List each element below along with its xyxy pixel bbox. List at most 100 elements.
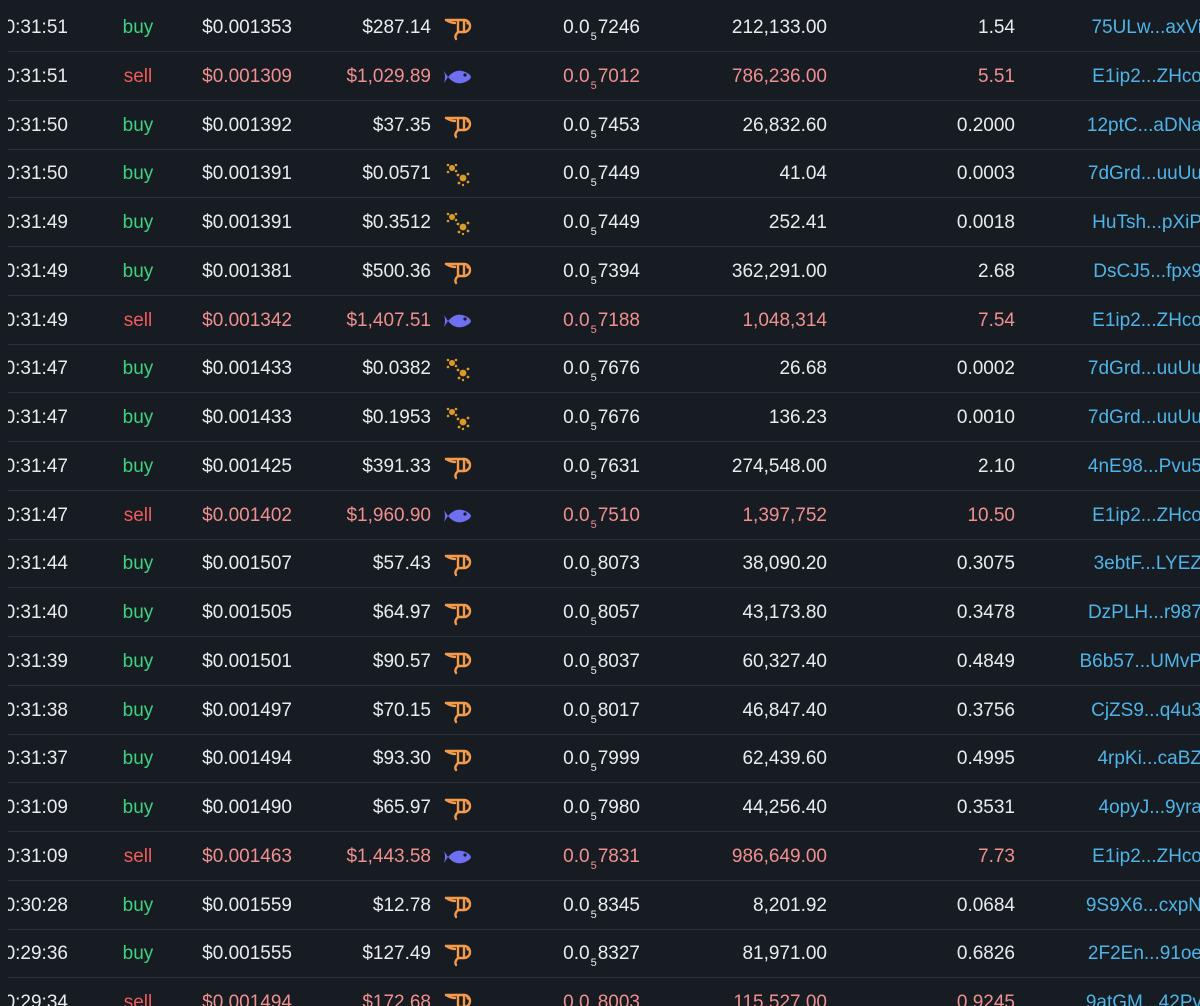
maker-link[interactable]: 7dGrd...uuUu bbox=[1052, 150, 1200, 198]
trade-time: 20:31:51 bbox=[0, 65, 68, 87]
trade-time: 20:31:44 bbox=[0, 553, 68, 575]
sol-price-main: 0.0 bbox=[563, 65, 590, 87]
trade-time: 20:31:51 bbox=[0, 17, 68, 38]
microbe-icon bbox=[443, 356, 473, 382]
trade-price: $0.001463 bbox=[202, 845, 292, 867]
trade-price: $0.001402 bbox=[202, 504, 292, 526]
trade-size-cell bbox=[443, 687, 477, 735]
trade-volume: 0.3531 bbox=[956, 797, 1015, 818]
maker-link[interactable]: E1ip2...ZHco bbox=[1052, 297, 1200, 345]
trade-usd: $57.43 bbox=[372, 553, 431, 575]
maker-link[interactable]: E1ip2...ZHco bbox=[1052, 53, 1200, 101]
trade-usd: $90.57 bbox=[372, 650, 431, 672]
sol-price-zero-count: 5 bbox=[590, 128, 597, 141]
trade-usd: $0.3512 bbox=[362, 212, 431, 233]
sol-price-zero-count: 5 bbox=[590, 79, 597, 92]
trade-amount: 8,201.92 bbox=[753, 894, 827, 916]
maker-link[interactable]: 9S9X6...cxpN bbox=[1052, 882, 1200, 930]
trade-sol-price: 0.057510 bbox=[520, 492, 640, 540]
microbe-icon bbox=[443, 210, 473, 236]
trade-size-cell bbox=[443, 930, 477, 978]
trade-price: $0.001490 bbox=[202, 797, 292, 818]
trade-amount: 786,236.00 bbox=[731, 65, 827, 87]
maker-link[interactable]: 7dGrd...uuUu bbox=[1052, 394, 1200, 442]
trade-usd: $127.49 bbox=[362, 943, 431, 965]
maker-link[interactable]: HuTsh...pXiP bbox=[1052, 199, 1200, 247]
maker-link[interactable]: 4nE98...Pvu5 bbox=[1052, 443, 1200, 491]
sol-price-zero-count: 5 bbox=[590, 274, 597, 287]
trade-size-cell bbox=[443, 53, 477, 101]
sol-price-zero-count: 5 bbox=[590, 323, 597, 336]
sol-price-main: 0.0 bbox=[563, 797, 590, 818]
trade-type: buy bbox=[122, 212, 154, 233]
maker-link[interactable]: 9atGM...42Pv bbox=[1052, 979, 1200, 1006]
trade-sol-price: 0.058073 bbox=[520, 540, 640, 588]
trade-usd: $70.15 bbox=[372, 699, 431, 721]
maker-link[interactable]: 7dGrd...uuUu bbox=[1052, 345, 1200, 393]
trades-table: 20:31:51 buy $0.001353 $287.14 0.057246 212,1… bbox=[0, 0, 1200, 1006]
maker-link[interactable]: 75ULw...axVi bbox=[1052, 4, 1200, 52]
sol-price-main: 0.0 bbox=[563, 699, 590, 721]
trade-time: 20:31:49 bbox=[0, 212, 68, 233]
trade-type: buy bbox=[122, 407, 154, 428]
maker-link[interactable]: E1ip2...ZHco bbox=[1052, 492, 1200, 540]
trade-price: $0.001494 bbox=[202, 748, 292, 770]
fish-icon bbox=[443, 64, 473, 90]
trade-amount: 212,133.00 bbox=[731, 17, 827, 38]
trade-amount: 46,847.40 bbox=[742, 699, 827, 721]
sol-price-main: 0.0 bbox=[563, 163, 590, 185]
sol-price-zero-count: 5 bbox=[590, 811, 597, 823]
trade-price: $0.001433 bbox=[202, 358, 292, 380]
trade-usd: $0.1953 bbox=[362, 407, 431, 428]
maker-link[interactable]: 3ebtF...LYEZ bbox=[1052, 540, 1200, 588]
trade-type: buy bbox=[122, 748, 154, 770]
maker-link[interactable]: E1ip2...ZHco bbox=[1052, 833, 1200, 881]
trade-time: 20:31:09 bbox=[0, 797, 68, 818]
maker-link[interactable]: 4opyJ...9yra bbox=[1052, 784, 1200, 832]
maker-link[interactable]: 2F2En...91oe bbox=[1052, 930, 1200, 978]
trade-volume: 5.51 bbox=[978, 65, 1015, 87]
maker-link[interactable]: B6b57...UMvP bbox=[1052, 638, 1200, 686]
maker-link[interactable]: CjZS9...q4u3 bbox=[1052, 687, 1200, 735]
trade-time: 20:31:47 bbox=[0, 455, 68, 477]
trade-amount: 115,527.00 bbox=[733, 992, 827, 1006]
trade-price: $0.001507 bbox=[202, 553, 292, 575]
trade-time: 20:31:40 bbox=[0, 602, 68, 623]
maker-link[interactable]: DzPLH...r987 bbox=[1052, 589, 1200, 637]
sol-price-zero-count: 5 bbox=[590, 469, 597, 482]
sol-price-zero-count: 5 bbox=[590, 957, 597, 970]
trade-row: 20:31:49 sell $0.001342 $1,407.51 0.057188 1,… bbox=[0, 296, 1200, 345]
trade-row: 20:31:38 buy $0.001497 $70.15 0.058017 46,847… bbox=[0, 686, 1200, 735]
trade-price: $0.001425 bbox=[202, 455, 292, 477]
maker-link[interactable]: DsCJ5...fpx9 bbox=[1052, 248, 1200, 296]
maker-link[interactable]: 4rpKi...caBZ bbox=[1052, 735, 1200, 783]
trade-amount: 136.23 bbox=[768, 407, 827, 428]
trade-usd: $287.14 bbox=[362, 17, 431, 38]
trade-volume: 0.9245 bbox=[956, 992, 1015, 1006]
trade-row: 20:31:50 buy $0.001392 $37.35 0.057453 26,832… bbox=[0, 101, 1200, 150]
shrimp-icon bbox=[443, 698, 473, 724]
trade-volume: 0.6826 bbox=[956, 943, 1015, 965]
trade-size-cell bbox=[443, 199, 477, 247]
trade-size-cell bbox=[443, 833, 477, 881]
trade-row: 20:29:34 sell $0.001494 $172.68 0.058003 115,… bbox=[0, 979, 1200, 1006]
trade-amount: 81,971.00 bbox=[742, 943, 827, 965]
trade-price: $0.001555 bbox=[202, 943, 292, 965]
trade-amount: 362,291.00 bbox=[731, 260, 827, 282]
trade-type: buy bbox=[122, 894, 154, 916]
shrimp-icon bbox=[443, 454, 473, 480]
trade-row: 20:31:50 buy $0.001391 $0.0571 0.057449 41.04… bbox=[0, 150, 1200, 199]
sol-price-zero-count: 5 bbox=[590, 372, 597, 385]
sol-price-zero-count: 5 bbox=[590, 664, 597, 677]
trade-volume: 0.0003 bbox=[956, 163, 1015, 185]
trade-price: $0.001501 bbox=[202, 650, 292, 672]
trade-size-cell bbox=[443, 589, 477, 637]
trade-amount: 274,548.00 bbox=[731, 455, 827, 477]
fish-icon bbox=[443, 308, 473, 334]
trade-amount: 26.68 bbox=[779, 358, 827, 380]
trade-size-cell bbox=[443, 102, 477, 150]
trade-size-cell bbox=[443, 784, 477, 832]
trade-type: sell bbox=[123, 65, 153, 87]
maker-link[interactable]: 12ptC...aDNa bbox=[1052, 102, 1200, 150]
trade-sol-price: 0.058017 bbox=[520, 687, 640, 735]
